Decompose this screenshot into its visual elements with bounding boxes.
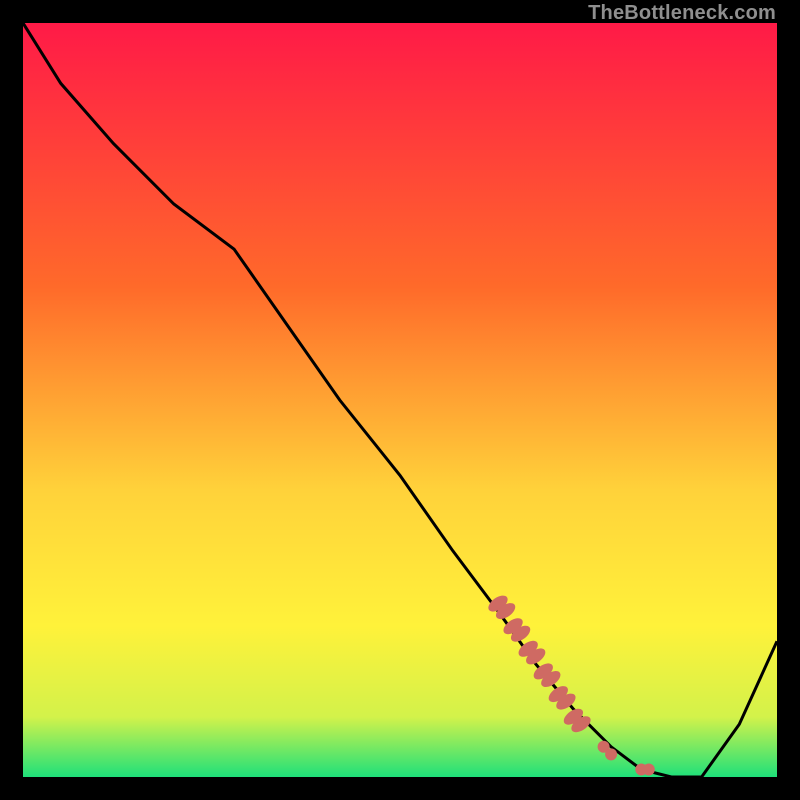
highlight-dot bbox=[605, 748, 617, 760]
bottleneck-chart bbox=[23, 23, 777, 777]
watermark-text: TheBottleneck.com bbox=[588, 2, 776, 25]
gradient-background bbox=[23, 23, 777, 777]
chart-frame bbox=[23, 23, 777, 777]
highlight-dot bbox=[643, 764, 655, 776]
